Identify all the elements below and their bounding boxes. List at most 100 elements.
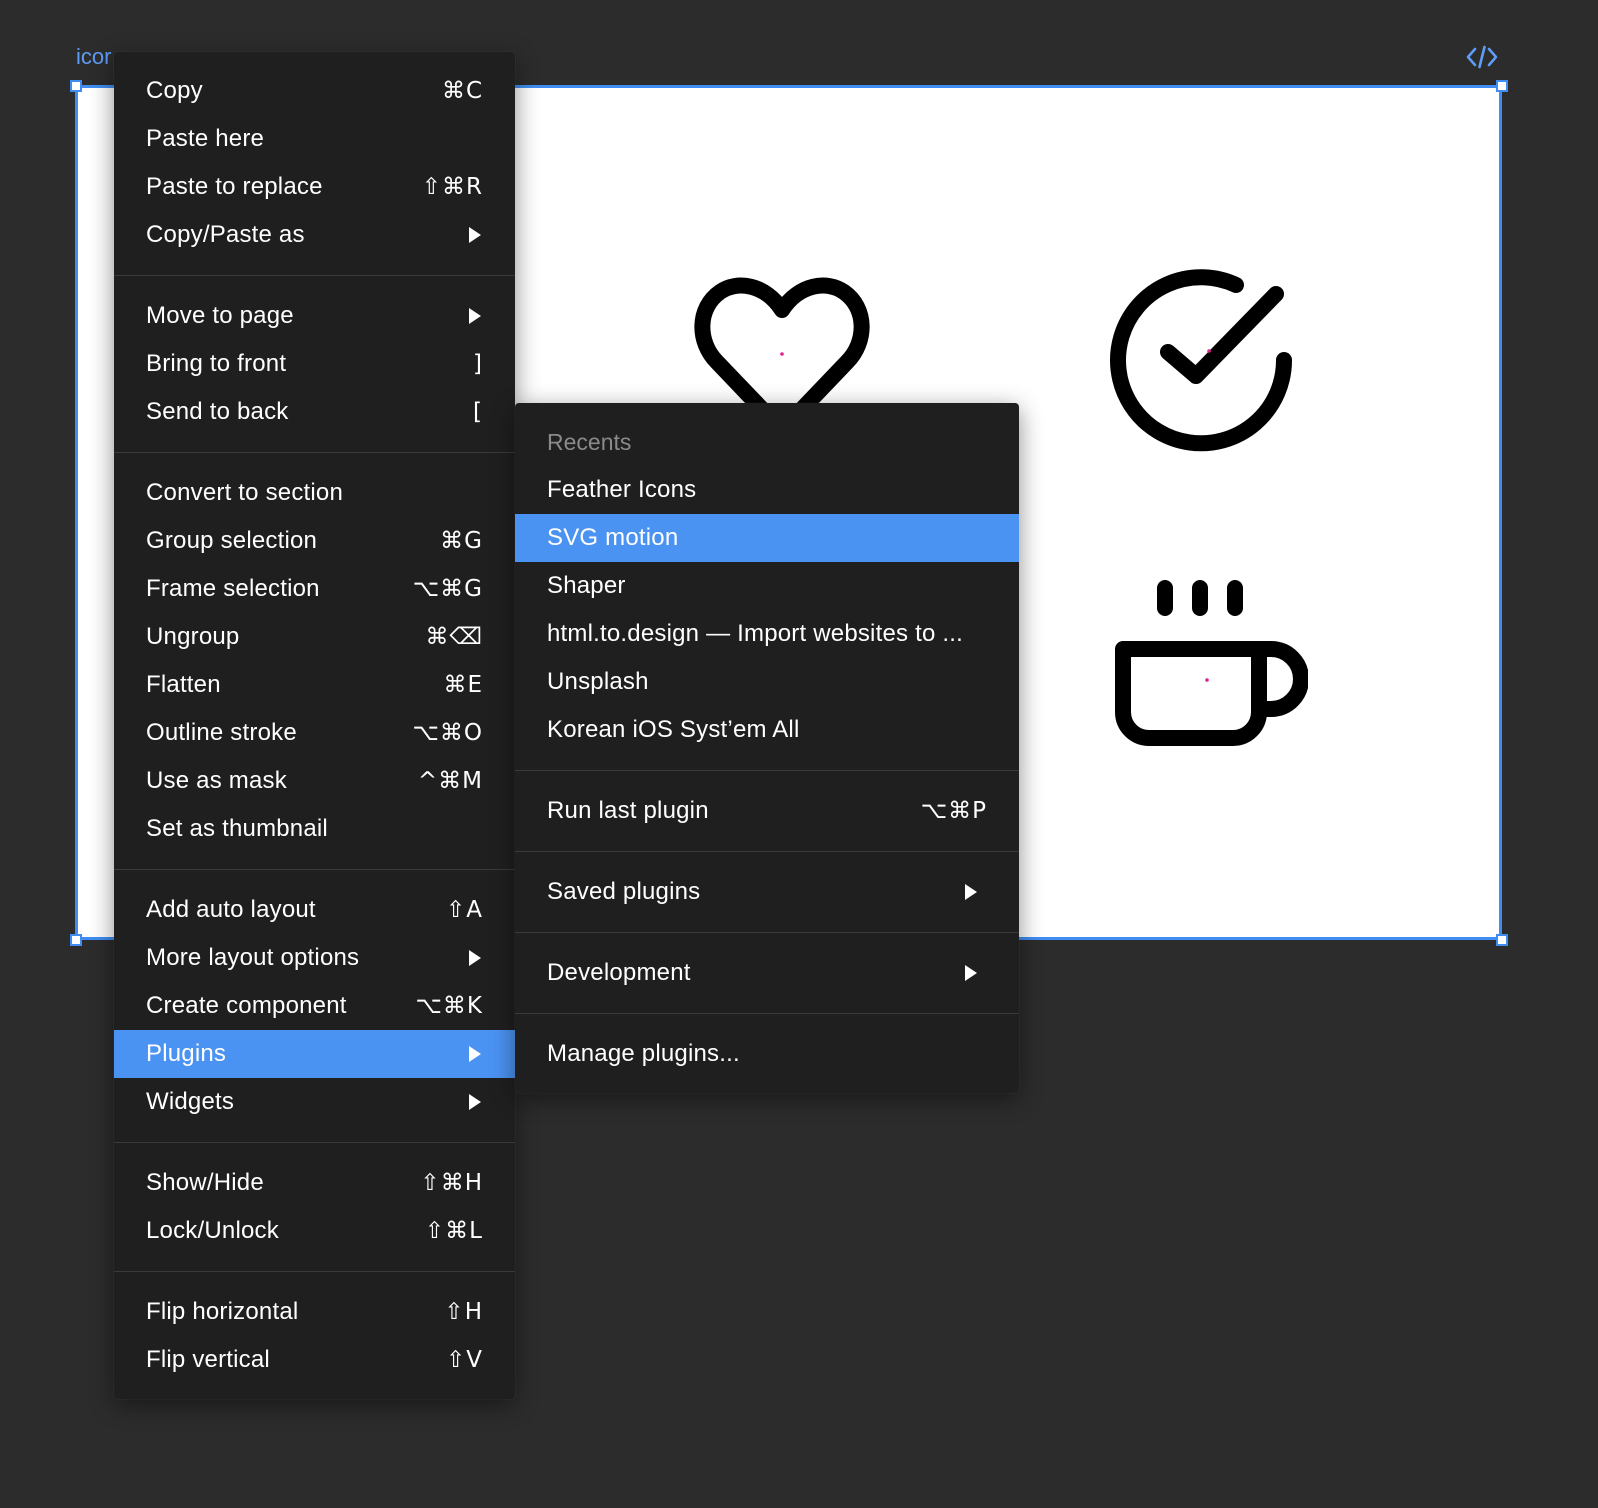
shortcut-hint: ⇧V (445, 1347, 483, 1373)
menu-item-label: Paste here (146, 125, 265, 152)
menu-item-lock-unlock[interactable]: Lock/Unlock ⇧⌘L (114, 1207, 515, 1255)
menu-item-flip-vertical[interactable]: Flip vertical ⇧V (114, 1336, 515, 1384)
resize-handle-bottom-right[interactable] (1496, 934, 1508, 946)
menu-item-create-component[interactable]: Create component ⌥⌘K (114, 982, 515, 1030)
resize-handle-top-right[interactable] (1496, 80, 1508, 92)
shortcut-hint: ⌘C (441, 78, 483, 104)
menu-item-label: SVG motion (547, 524, 679, 551)
menu-item-label: Copy/Paste as (146, 221, 305, 248)
menu-item-move-to-page[interactable]: Move to page (114, 292, 515, 340)
menu-item-label: Feather Icons (547, 476, 697, 503)
menu-item-more-layout-options[interactable]: More layout options (114, 934, 515, 982)
menu-item-ungroup[interactable]: Ungroup ⌘⌫ (114, 613, 515, 661)
menu-item-outline-stroke[interactable]: Outline stroke ⌥⌘O (114, 709, 515, 757)
menu-item-use-as-mask[interactable]: Use as mask ^⌘M (114, 757, 515, 805)
plugin-item-run-last-plugin[interactable]: Run last plugin ⌥⌘P (515, 787, 1019, 835)
plugin-item-development[interactable]: Development (515, 949, 1019, 997)
menu-item-label: Add auto layout (146, 896, 316, 923)
menu-item-label: Bring to front (146, 350, 287, 377)
submenu-arrow-icon (469, 227, 481, 243)
shortcut-hint: [ (473, 399, 483, 425)
menu-item-bring-to-front[interactable]: Bring to front] (114, 340, 515, 388)
menu-separator (114, 1142, 515, 1143)
menu-item-label: Manage plugins... (547, 1040, 740, 1067)
resize-handle-bottom-left[interactable] (70, 934, 82, 946)
menu-item-label: Shaper (547, 572, 626, 599)
plugin-item-manage-plugins[interactable]: Manage plugins... (515, 1030, 1019, 1078)
menu-item-label: Create component (146, 992, 347, 1019)
menu-separator (114, 869, 515, 870)
menu-item-convert-to-section[interactable]: Convert to section (114, 469, 515, 517)
menu-separator (114, 1271, 515, 1272)
plugin-item-svg-motion[interactable]: SVG motion (515, 514, 1019, 562)
menu-separator (114, 452, 515, 453)
menu-item-label: Run last plugin (547, 797, 709, 824)
menu-separator (515, 770, 1019, 771)
shortcut-hint: ^⌘M (417, 768, 483, 794)
menu-item-copy[interactable]: Copy ⌘C (114, 67, 515, 115)
menu-item-add-auto-layout[interactable]: Add auto layout ⇧A (114, 886, 515, 934)
menu-item-paste-to-replace[interactable]: Paste to replace ⇧⌘R (114, 163, 515, 211)
recents-list: Feather Icons SVG motion Shaper html.to.des… (515, 466, 1019, 754)
menu-item-label: Widgets (146, 1088, 235, 1115)
menu-item-label: Send to back (146, 398, 289, 425)
menu-separator (114, 275, 515, 276)
plugin-item-saved-plugins[interactable]: Saved plugins (515, 868, 1019, 916)
plugin-item-html-to-design-import-websites-to[interactable]: html.to.design — Import websites to ... (515, 610, 1019, 658)
shortcut-hint: ⇧⌘H (420, 1170, 483, 1196)
shortcut-hint: ⇧⌘R (421, 174, 483, 200)
submenu-arrow-icon (965, 884, 977, 900)
submenu-arrow-icon (469, 1046, 481, 1062)
menu-item-label: Flip horizontal (146, 1298, 299, 1325)
menu-item-label: Convert to section (146, 479, 344, 506)
code-icon[interactable] (1466, 44, 1498, 70)
menu-item-label: Outline stroke (146, 719, 297, 746)
shortcut-hint: ⌥⌘G (412, 576, 483, 602)
menu-item-flatten[interactable]: Flatten ⌘E (114, 661, 515, 709)
plugin-item-korean-ios-syst-em-all[interactable]: Korean iOS Syst’em All (515, 706, 1019, 754)
menu-item-label: Unsplash (547, 668, 649, 695)
menu-item-label: Set as thumbnail (146, 815, 328, 842)
menu-item-frame-selection[interactable]: Frame selection ⌥⌘G (114, 565, 515, 613)
menu-item-paste-here[interactable]: Paste here (114, 115, 515, 163)
menu-item-label: Copy (146, 77, 203, 104)
shortcut-hint: ⇧A (445, 897, 483, 923)
menu-item-label: Move to page (146, 302, 294, 329)
menu-separator (515, 932, 1019, 933)
menu-item-label: Plugins (146, 1040, 227, 1067)
menu-item-widgets[interactable]: Widgets (114, 1078, 515, 1126)
menu-item-label: Frame selection (146, 575, 320, 602)
menu-item-send-to-back[interactable]: Send to back [ (114, 388, 515, 436)
plugins-submenu: Recents Feather Icons SVG motion Shaper htm… (515, 403, 1019, 1093)
submenu-arrow-icon (469, 308, 481, 324)
menu-item-label: Flip vertical (146, 1346, 270, 1373)
plugin-item-shaper[interactable]: Shaper (515, 562, 1019, 610)
menu-item-set-as-thumbnail[interactable]: Set as thumbnail (114, 805, 515, 853)
menu-item-label: Development (547, 959, 691, 986)
plugin-item-unsplash[interactable]: Unsplash (515, 658, 1019, 706)
submenu-arrow-icon (965, 965, 977, 981)
menu-item-flip-horizontal[interactable]: Flip horizontal ⇧H (114, 1288, 515, 1336)
recents-heading: Recents (547, 428, 632, 455)
menu-item-copy-paste-as[interactable]: Copy/Paste as (114, 211, 515, 259)
shortcut-hint: ⌘⌫ (425, 624, 483, 650)
context-menu: Copy ⌘C Paste here Paste to replace ⇧⌘R Copy/… (114, 52, 515, 1399)
frame-name-label[interactable]: icor (76, 44, 111, 70)
menu-item-show-hide[interactable]: Show/Hide ⇧⌘H (114, 1159, 515, 1207)
menu-item-label: Show/Hide (146, 1169, 264, 1196)
plugin-item-feather-icons[interactable]: Feather Icons (515, 466, 1019, 514)
menu-item-label: html.to.design — Import websites to ... (547, 620, 963, 647)
menu-item-group-selection[interactable]: Group selection ⌘G (114, 517, 515, 565)
menu-item-plugins[interactable]: Plugins (114, 1030, 515, 1078)
shortcut-hint: ⇧H (444, 1299, 483, 1325)
shortcut-hint: ⌘G (440, 528, 483, 554)
check-circle-icon (1110, 269, 1293, 452)
menu-item-label: Flatten (146, 671, 221, 698)
menu-separator (515, 851, 1019, 852)
resize-handle-top-left[interactable] (70, 80, 82, 92)
menu-item-label: Lock/Unlock (146, 1217, 279, 1244)
menu-item-label: Ungroup (146, 623, 240, 650)
menu-item-label: Group selection (146, 527, 318, 554)
shortcut-hint: ⌥⌘P (920, 798, 987, 824)
shortcut-hint: ⇧⌘L (424, 1218, 483, 1244)
